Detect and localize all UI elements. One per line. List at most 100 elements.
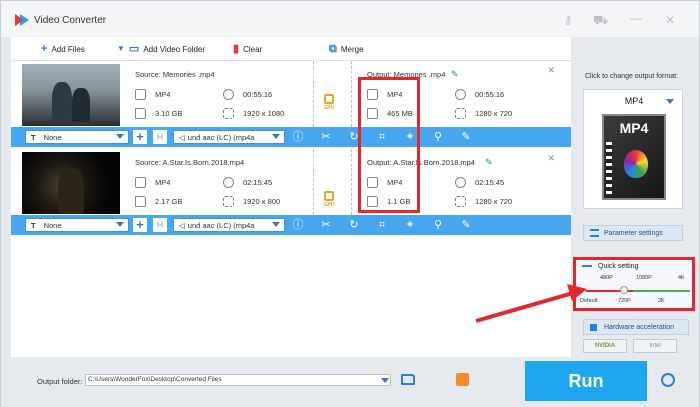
remove-item-icon[interactable]: ✕	[547, 65, 555, 76]
gpu-badge: GPU	[320, 94, 338, 118]
source-duration: 02:15:45	[223, 177, 272, 188]
cut-icon[interactable]: ✂	[319, 130, 333, 144]
clock-icon	[223, 89, 234, 100]
source-size: 2.17 GB	[135, 196, 183, 207]
trash-icon: ▮	[233, 43, 240, 55]
title-bar: Video Converter ⚷ ⛟ — ✕	[1, 1, 699, 37]
resolution-icon	[455, 196, 466, 207]
source-title: Source: Memories .mp4	[135, 70, 215, 79]
hardware-acceleration-button[interactable]: Hardware acceleration	[583, 319, 689, 335]
video-thumbnail	[22, 152, 120, 214]
cart-icon[interactable]: ⛟	[593, 13, 608, 27]
audio-track-select[interactable]: ◁ und aac (LC) (mp4a	[173, 130, 285, 144]
folder-icon	[135, 196, 146, 207]
output-format-selector[interactable]: MP4 MP4	[583, 89, 683, 209]
output-duration: 02:15:45	[455, 177, 504, 188]
open-folder-icon[interactable]	[401, 374, 415, 385]
media-output-icon[interactable]	[456, 373, 469, 386]
folder-icon	[135, 108, 146, 119]
dropdown-caret-icon: ▼	[117, 44, 125, 53]
info-icon[interactable]: ⓘ	[291, 130, 305, 144]
cut-icon[interactable]: ✂	[319, 218, 333, 232]
main-toolbar: + Add Files ▼ ▭ Add Video Folder ▮ Clear…	[11, 37, 571, 61]
subtitle-select[interactable]: T None	[25, 130, 129, 144]
output-folder-label: Output folder:	[37, 377, 83, 386]
gpu-icon	[324, 94, 334, 104]
add-subtitle-button[interactable]: +	[133, 130, 147, 144]
add-files-label: Add Files	[51, 44, 85, 54]
edit-icon[interactable]: ✎	[459, 218, 473, 232]
format-icon	[135, 89, 146, 100]
audio-track-select[interactable]: ◁ und aac (LC) (mp4a	[173, 218, 285, 232]
alarm-clock-icon[interactable]	[661, 373, 675, 387]
add-files-button[interactable]: + Add Files	[41, 43, 85, 55]
minimize-icon[interactable]: —	[629, 11, 643, 25]
add-video-folder-label: Add Video Folder	[143, 44, 205, 54]
chevron-down-icon	[272, 222, 280, 227]
balloon-icon	[624, 150, 648, 178]
subtitle-select[interactable]: T None	[25, 218, 129, 232]
quality-slider-track[interactable]	[586, 290, 690, 292]
hardcode-subtitle-button[interactable]: H	[153, 218, 167, 232]
rotate-icon[interactable]: ↻	[347, 218, 361, 232]
merge-icon: ⧉	[329, 43, 337, 55]
add-video-folder-button[interactable]: ▼ ▭ Add Video Folder	[117, 43, 205, 55]
file-list: Source: Memories .mp4 MP4 00:55:16 3.10 …	[11, 61, 571, 357]
chevron-down-icon[interactable]	[381, 378, 389, 383]
format-hint: Click to change output format:	[585, 73, 678, 80]
chevron-down-icon	[666, 99, 674, 104]
key-icon[interactable]: ⚷	[561, 13, 575, 27]
crop-icon[interactable]: ⌗	[375, 218, 389, 232]
close-icon[interactable]: ✕	[663, 13, 677, 27]
rename-pen-icon[interactable]: ✎	[451, 69, 461, 79]
quality-label-1080p: 1080P	[636, 275, 652, 281]
bottom-bar: Output folder: C:\Users\WonderFox\Deskto…	[1, 359, 699, 407]
merge-button[interactable]: ⧉ Merge	[329, 43, 364, 55]
output-highlight-box	[358, 77, 420, 213]
clear-button[interactable]: ▮ Clear	[233, 43, 262, 55]
text-icon: T	[31, 132, 36, 142]
clear-label: Clear	[243, 44, 263, 54]
source-format: MP4	[135, 177, 170, 188]
watermark-icon[interactable]: ⚲	[431, 218, 445, 232]
watermark-icon[interactable]: ⚲	[431, 130, 445, 144]
speaker-icon: ◁	[179, 220, 185, 230]
source-resolution: 1920 x 800	[223, 196, 280, 207]
quick-setting-title: Quick setting	[598, 263, 639, 270]
quality-label-default: Default	[580, 298, 598, 304]
gpu-badge: GPU	[320, 191, 338, 215]
remove-item-icon[interactable]: ✕	[547, 153, 555, 164]
clock-icon	[223, 177, 234, 188]
film-strip-icon	[606, 142, 612, 194]
quick-setting-icon	[582, 265, 592, 269]
list-item[interactable]: Source: A.Star.Is.Born.2018.mp4 MP4 02:1…	[11, 149, 571, 235]
merge-label: Merge	[340, 44, 364, 54]
hardcode-subtitle-button[interactable]: H	[153, 130, 167, 144]
effects-icon[interactable]: ✦	[403, 218, 417, 232]
add-subtitle-button[interactable]: +	[133, 218, 147, 232]
resolution-icon	[223, 196, 234, 207]
nvidia-badge: NVIDIA	[583, 339, 627, 353]
quick-setting: Quick setting 480P 1080P 4K Default 720P…	[573, 257, 695, 311]
chevron-down-icon	[272, 134, 280, 139]
source-duration: 00:55:16	[223, 89, 272, 100]
folder-icon: ▭	[128, 43, 140, 55]
output-resolution: 1280 x 720	[455, 108, 512, 119]
output-folder-field[interactable]: C:\Users\WonderFox\Desktop\Converted Fil…	[85, 374, 391, 386]
info-icon[interactable]: ⓘ	[291, 218, 305, 232]
clock-icon	[455, 177, 466, 188]
quality-slider-handle[interactable]	[620, 286, 628, 294]
rename-pen-icon[interactable]: ✎	[485, 157, 495, 167]
app-logo-icon	[15, 14, 29, 26]
source-resolution: 1920 x 1080	[223, 108, 284, 119]
edit-toolbar: T None + H ◁ und aac (LC) (mp4a ⓘ ✂ ↻ ⌗ …	[11, 215, 571, 235]
list-item[interactable]: Source: Memories .mp4 MP4 00:55:16 3.10 …	[11, 61, 571, 147]
gpu-icon	[324, 191, 334, 201]
plus-icon: +	[41, 43, 48, 55]
edit-icon[interactable]: ✎	[459, 130, 473, 144]
parameter-settings-button[interactable]: Parameter settings	[583, 225, 683, 241]
window-title: Video Converter	[34, 15, 107, 26]
quality-label-4k: 4K	[678, 275, 685, 281]
source-format: MP4	[135, 89, 170, 100]
run-button[interactable]: Run	[525, 361, 647, 401]
